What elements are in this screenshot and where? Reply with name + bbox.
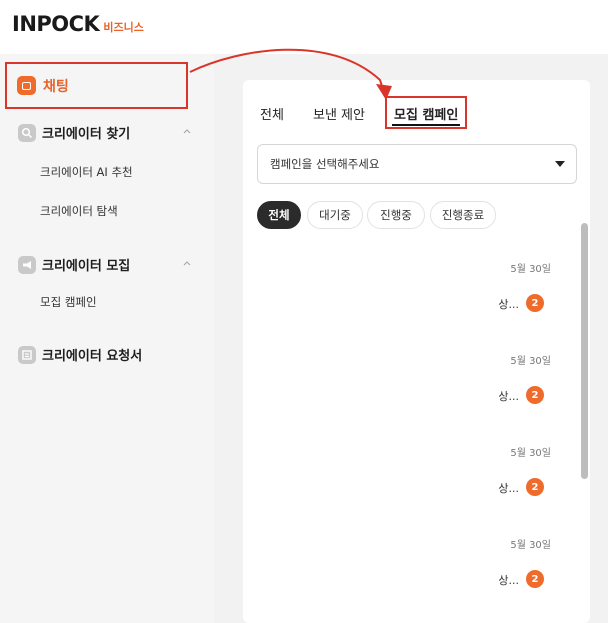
sidebar-section-find[interactable]: 크리에이터 찾기 [18, 123, 198, 142]
list-item[interactable]: 5월 30일 상... 2 [243, 444, 563, 534]
campaign-select-placeholder: 캠페인을 선택해주세요 [270, 157, 380, 171]
megaphone-icon [18, 255, 36, 274]
brand-name: INPOCK [12, 12, 100, 36]
sidebar-section-title: 크리에이터 모집 [42, 259, 131, 274]
campaign-select[interactable]: 캠페인을 선택해주세요 [257, 144, 577, 184]
sidebar-section-title: 크리에이터 찾기 [42, 127, 131, 142]
search-icon [18, 123, 36, 142]
sidebar-item-label: 채팅 [43, 78, 69, 95]
sidebar: 채팅 크리에이터 찾기 크리에이터 AI 추천 크리에이터 탐색 크리에이터 모… [0, 54, 214, 623]
filter-in-progress[interactable]: 진행중 [367, 201, 425, 229]
list-item[interactable]: 5월 30일 상... 2 [243, 260, 563, 350]
list-item[interactable]: 5월 30일 상... 2 [243, 536, 563, 623]
document-icon [18, 345, 36, 364]
item-name: 상... [498, 574, 519, 587]
item-date: 5월 30일 [510, 264, 551, 275]
brand-sub: 비즈니스 [103, 21, 144, 34]
item-date: 5월 30일 [510, 540, 551, 551]
filter-waiting[interactable]: 대기중 [307, 201, 363, 229]
list-scrollbar[interactable] [581, 223, 588, 479]
annotation-highlight-tab [385, 96, 467, 129]
sidebar-item-chat[interactable]: 채팅 [5, 62, 188, 109]
item-name: 상... [498, 390, 519, 403]
tab-sent-proposals[interactable]: 보낸 제안 [313, 104, 365, 123]
item-date: 5월 30일 [510, 448, 551, 459]
caret-down-icon [555, 161, 565, 167]
item-name: 상... [498, 482, 519, 495]
filter-all[interactable]: 전체 [257, 201, 301, 229]
sidebar-item-ai-recommend[interactable]: 크리에이터 AI 추천 [40, 164, 133, 180]
chat-bubble-icon [17, 76, 36, 95]
filter-ended[interactable]: 진행종료 [430, 201, 496, 229]
top-bar: INPOCK 비즈니스 [0, 0, 608, 54]
sidebar-item-explore[interactable]: 크리에이터 탐색 [40, 203, 118, 219]
unread-count-badge: 2 [526, 478, 544, 496]
unread-count-badge: 2 [526, 386, 544, 404]
item-name: 상... [498, 298, 519, 311]
unread-count-badge: 2 [526, 570, 544, 588]
chevron-up-icon[interactable] [182, 126, 192, 136]
item-date: 5월 30일 [510, 356, 551, 367]
unread-count-badge: 2 [526, 294, 544, 312]
sidebar-item-recruit-campaign[interactable]: 모집 캠페인 [40, 294, 97, 310]
sidebar-section-request[interactable]: 크리에이터 요청서 [18, 345, 198, 364]
chevron-up-icon[interactable] [182, 258, 192, 268]
chat-panel: 전체 보낸 제안 모집 캠페인 캠페인을 선택해주세요 전체 대기중 진행중 진… [243, 80, 590, 623]
tab-all[interactable]: 전체 [260, 104, 284, 123]
sidebar-section-recruit[interactable]: 크리에이터 모집 [18, 255, 198, 274]
list-item[interactable]: 5월 30일 상... 2 [243, 352, 563, 442]
sidebar-section-title: 크리에이터 요청서 [42, 349, 143, 364]
brand-logo[interactable]: INPOCK 비즈니스 [12, 12, 144, 36]
